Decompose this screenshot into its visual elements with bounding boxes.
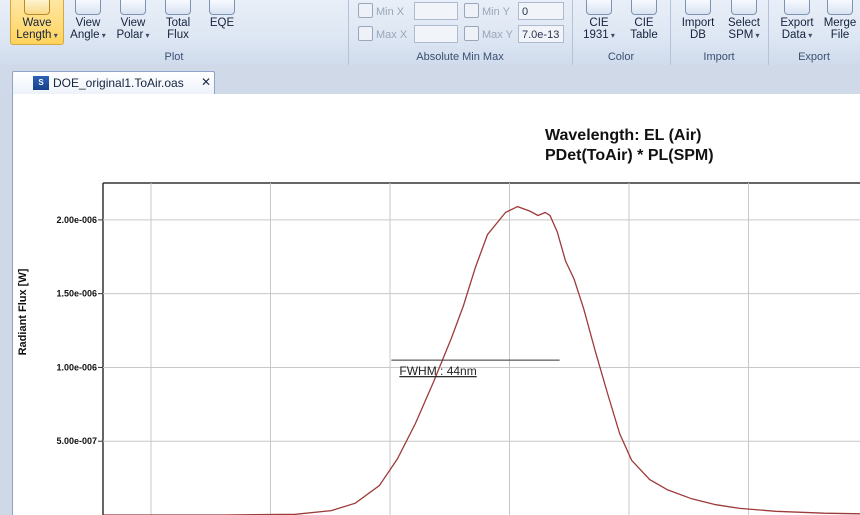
y-tick-label: 2.00e-006 xyxy=(56,215,97,225)
chart-title-line2: PDet(ToAir) * PL(SPM) xyxy=(545,147,714,164)
fwhm-marker: FWHM : 44nm xyxy=(391,359,560,378)
series-line xyxy=(103,205,860,515)
y-axis-label: Radiant Flux [W] xyxy=(17,268,29,355)
y-tick-label: 1.00e-006 xyxy=(56,362,97,372)
chart-title-line1: Wavelength: EL (Air) xyxy=(545,127,702,144)
chart-title: Wavelength: EL (Air) PDet(ToAir) * PL(SP… xyxy=(545,126,714,166)
y-tick-labels: 5.00e-007 1.00e-006 1.50e-006 2.00e-006 xyxy=(56,215,97,446)
chart-series xyxy=(103,205,860,515)
chart-svg: 5.00e-007 1.00e-006 1.50e-006 2.00e-006 Rad… xyxy=(17,182,860,515)
chart-grid xyxy=(98,182,860,515)
fwhm-label: FWHM : 44nm xyxy=(399,364,476,378)
y-tick-label: 5.00e-007 xyxy=(56,436,97,446)
y-tick-label: 1.50e-006 xyxy=(56,289,97,299)
